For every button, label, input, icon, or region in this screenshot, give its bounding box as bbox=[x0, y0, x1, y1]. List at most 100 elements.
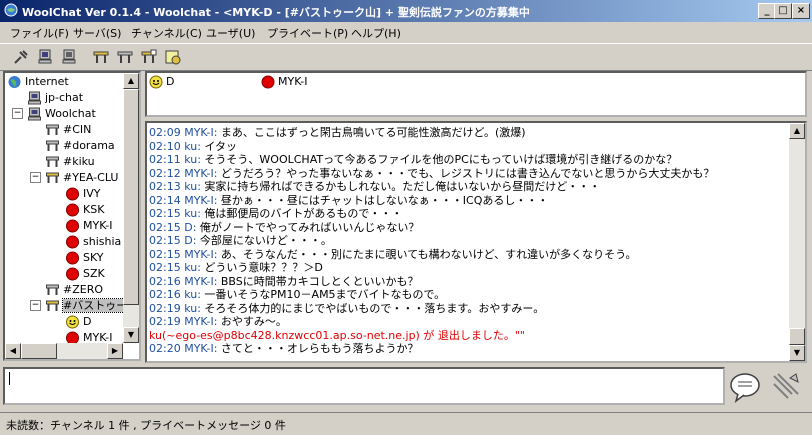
message-nick[interactable]: MYK-I bbox=[184, 248, 213, 261]
message-nick[interactable]: ku bbox=[184, 140, 197, 153]
user-red-icon bbox=[66, 187, 79, 201]
collapse-toggle[interactable]: − bbox=[30, 300, 41, 311]
scroll-up-arrow-icon[interactable]: ▲ bbox=[123, 73, 139, 89]
join-channel-icon[interactable] bbox=[92, 48, 110, 66]
clear-cursor-icon[interactable] bbox=[768, 370, 804, 404]
message-nick[interactable]: MYK-I bbox=[184, 315, 213, 328]
message-nick[interactable]: ku bbox=[184, 180, 197, 193]
scroll-right-arrow-icon[interactable]: ▶ bbox=[107, 343, 123, 359]
menu-file[interactable]: ファイル(F) bbox=[10, 25, 69, 41]
user-smile-icon bbox=[149, 75, 163, 89]
message-nick[interactable]: MYK-I bbox=[184, 126, 213, 139]
scroll-thumb[interactable] bbox=[21, 343, 57, 359]
message-time: 02:12 bbox=[149, 166, 181, 180]
tree-horizontal-scrollbar[interactable]: ◀ ▶ bbox=[5, 343, 123, 359]
message-text: 今部屋にないけど・・・。 bbox=[199, 234, 332, 247]
chat-message: 02:20 MYK-I: さてと・・・オレらももう落ちようか？ bbox=[149, 342, 419, 355]
channel-table-icon bbox=[46, 156, 59, 167]
message-time: 02:15 bbox=[149, 247, 181, 261]
channel-table-joined-icon bbox=[46, 300, 59, 311]
message-time: 02:10 bbox=[149, 139, 181, 153]
server-computer-icon[interactable] bbox=[36, 48, 54, 66]
message-time: 02:20 bbox=[149, 342, 181, 355]
user-smile-icon bbox=[66, 315, 79, 329]
text-caret bbox=[9, 372, 10, 385]
message-time: 02:15 bbox=[149, 234, 181, 247]
globe-icon bbox=[8, 76, 21, 88]
menu-server[interactable]: サーバ(S) bbox=[73, 25, 121, 41]
channel-list-icon[interactable] bbox=[116, 48, 134, 66]
message-time: 02:19 bbox=[149, 315, 181, 328]
scroll-thumb[interactable] bbox=[789, 328, 805, 345]
channel-table-joined-icon bbox=[46, 172, 59, 183]
message-text: どうだろう？やった事ないなぁ・・・でも、レジストリには書き込んでないと思うから大… bbox=[220, 166, 715, 180]
computer-icon bbox=[28, 107, 41, 121]
channel-table-icon bbox=[46, 140, 59, 151]
send-speech-bubble-icon[interactable] bbox=[728, 370, 762, 404]
message-text: 俺は郵便局のバイトがあるもので・・・ bbox=[204, 207, 403, 220]
channel-table-icon bbox=[46, 284, 59, 295]
scroll-thumb[interactable] bbox=[123, 89, 139, 305]
message-text: イタッ bbox=[204, 139, 237, 153]
title-bar[interactable]: WoolChat Ver 0.1.4 - Woolchat - <MYK-D -… bbox=[0, 0, 812, 22]
message-nick[interactable]: ku bbox=[184, 302, 197, 315]
toolbar bbox=[0, 43, 812, 71]
user-red-icon bbox=[261, 75, 275, 89]
menu-private[interactable]: プライベート(P) bbox=[267, 25, 348, 41]
message-input[interactable] bbox=[3, 367, 725, 405]
message-nick[interactable]: MYK-I bbox=[184, 275, 213, 288]
message-nick[interactable]: MYK-I bbox=[184, 342, 213, 355]
system-message-text: ku(~ego-es@p8bc428.knzwcc01.ap.so-net.ne… bbox=[149, 328, 525, 342]
connect-icon[interactable] bbox=[12, 48, 30, 66]
collapse-toggle[interactable]: − bbox=[12, 108, 23, 119]
message-time: 02:15 bbox=[149, 220, 181, 234]
menu-channel[interactable]: チャンネル(C) bbox=[131, 25, 202, 41]
tree-vertical-scrollbar[interactable]: ▲ ▼ bbox=[123, 73, 139, 343]
message-time: 02:13 bbox=[149, 180, 181, 193]
message-nick[interactable]: ku bbox=[184, 288, 197, 301]
message-text: 実家に持ち帰ればできるかもしれない。ただし俺はいないから昼間だけど・・・ bbox=[204, 180, 601, 193]
message-time: 02:19 bbox=[149, 301, 181, 315]
message-time: 02:16 bbox=[149, 288, 181, 301]
message-text: おやすみ～。 bbox=[220, 315, 287, 328]
maximize-button[interactable]: □ bbox=[774, 3, 792, 19]
scroll-down-arrow-icon[interactable]: ▼ bbox=[789, 345, 805, 361]
channel-user-list[interactable]: D MYK-I bbox=[145, 71, 807, 117]
menu-help[interactable]: ヘルプ(H) bbox=[351, 25, 401, 41]
disconnect-computer-icon[interactable] bbox=[60, 48, 78, 66]
message-text: 一番いそうなPM10－AM5までバイトなもので。 bbox=[204, 288, 446, 301]
message-time: 02:14 bbox=[149, 193, 181, 207]
server-channel-tree[interactable]: Internet jp-chat − Woolchat #CIN #dorama… bbox=[3, 71, 141, 361]
message-nick[interactable]: ku bbox=[184, 261, 197, 274]
menu-user[interactable]: ユーザ(U) bbox=[206, 25, 255, 41]
computer-icon bbox=[28, 91, 41, 105]
message-nick[interactable]: MYK-I bbox=[184, 167, 213, 180]
log-vertical-scrollbar[interactable]: ▲ ▼ bbox=[789, 123, 805, 361]
close-button[interactable]: × bbox=[792, 3, 810, 19]
message-nick[interactable]: D bbox=[184, 221, 192, 234]
message-text: BBSに時間帯カキコしとくといいかも？ bbox=[220, 274, 419, 288]
user-entry[interactable]: D bbox=[149, 75, 174, 89]
user-entry[interactable]: MYK-I bbox=[261, 75, 307, 89]
channel-table-icon bbox=[46, 124, 59, 135]
scroll-down-arrow-icon[interactable]: ▼ bbox=[123, 327, 139, 343]
message-nick[interactable]: ku bbox=[184, 207, 197, 220]
collapse-toggle[interactable]: − bbox=[30, 172, 41, 183]
message-text: まあ、ここはずっと閑古鳥鳴いてる可能性激高だけど。(激爆) bbox=[220, 126, 526, 139]
user-red-icon bbox=[66, 235, 79, 249]
message-nick[interactable]: D bbox=[184, 234, 192, 247]
user-red-icon bbox=[66, 219, 79, 233]
scroll-up-arrow-icon[interactable]: ▲ bbox=[789, 123, 805, 139]
part-channel-icon[interactable] bbox=[140, 48, 158, 66]
scroll-left-arrow-icon[interactable]: ◀ bbox=[5, 343, 21, 359]
chat-log: 02:09 MYK-I: まあ、ここはずっと閑古鳥鳴いてる可能性激高だけど。(激… bbox=[145, 121, 807, 363]
message-text: そうそう、WOOLCHATって今あるファイルを他のPCにもっていけば環境が引き継… bbox=[204, 153, 678, 166]
menu-bar: ファイル(F) サーバ(S) チャンネル(C) ユーザ(U) プライベート(P)… bbox=[0, 22, 812, 42]
user-red-icon bbox=[66, 251, 79, 265]
message-nick[interactable]: ku bbox=[184, 153, 197, 166]
user-mode-icon[interactable] bbox=[164, 48, 182, 66]
status-bar: 未読数：チャンネル 1 件 , プライベートメッセージ 0 件 bbox=[0, 412, 812, 435]
app-icon bbox=[4, 3, 18, 17]
message-nick[interactable]: MYK-I bbox=[184, 194, 213, 207]
message-text: あ、そうなんだ・・・別にたまに覗いても構わないけど、すれ違いが多くなりそう。 bbox=[220, 247, 637, 261]
